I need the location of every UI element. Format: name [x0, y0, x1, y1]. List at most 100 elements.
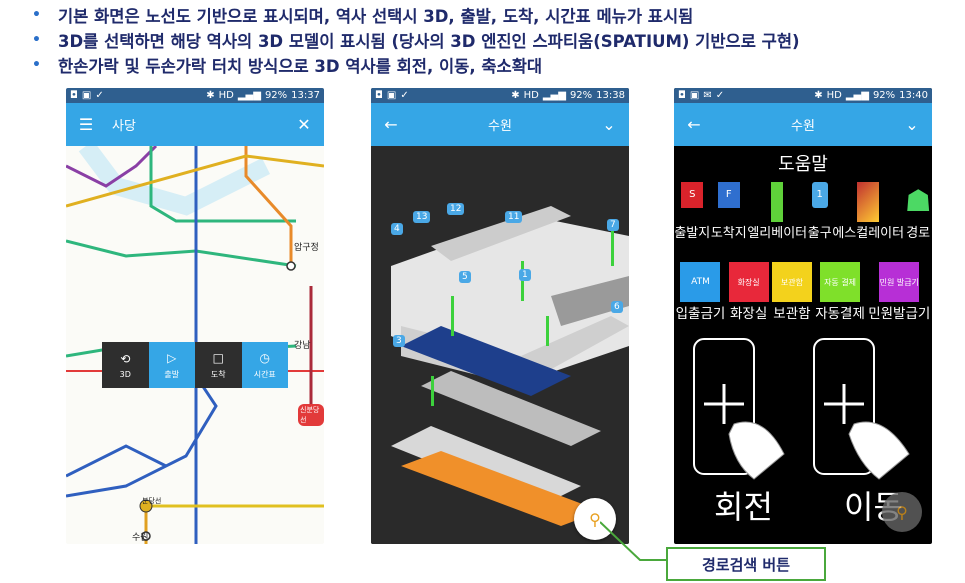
start-flag-icon: S [681, 182, 704, 208]
3d-station-model[interactable]: 4 13 12 11 7 5 1 3 6 [371, 146, 629, 544]
atm-cube-icon: ATM [680, 262, 721, 302]
civil-kiosk-cube-icon: 민원 발급기 [879, 262, 920, 302]
legend-restroom: 화장실 화장실 [728, 262, 769, 322]
payment-cube-icon: 자동 결제 [820, 262, 861, 302]
signal-icon: ▂▄▆ [237, 90, 261, 101]
legend-label: 출구 [807, 226, 832, 241]
clock: 13:38 [596, 90, 625, 101]
station-title: 사당 [112, 119, 136, 134]
3d-model-graphic [371, 146, 629, 544]
legend-label: 입출금기 [675, 306, 726, 322]
restroom-cube-icon: 화장실 [728, 262, 769, 302]
signal-icon: ▂▄▆ [845, 90, 869, 101]
toolbar-arrival-button[interactable]: □ 도착 [195, 342, 242, 388]
play-icon: ▷ [167, 350, 177, 365]
clock-icon: ◷ [259, 350, 270, 365]
route-search-callout: 경로검색 버튼 [666, 547, 826, 581]
toolbar-label: 출발 [164, 369, 180, 379]
hd-badge: HD [218, 90, 234, 101]
bullet-item: • 기본 화면은 노선도 기반으로 표시되며, 역사 선택시 3D, 출발, 도착… [32, 2, 800, 27]
app-icon: ◘ [70, 90, 78, 101]
bullet-dot-icon: • [32, 31, 41, 48]
legend-label: 민원발급기 [868, 306, 931, 322]
map-label-bundang: 분당선 [142, 497, 162, 505]
legend-elevator: 엘리베이터 [747, 182, 807, 241]
marker-13[interactable]: 13 [413, 204, 431, 223]
close-icon[interactable]: ✕ [294, 115, 314, 134]
walking-person-icon: ☗ [904, 184, 932, 219]
legend-civil-kiosk: 민원 발급기 민원발급기 [868, 262, 930, 322]
collapse-chevron-icon[interactable]: ⌄ [599, 115, 619, 134]
escalator-icon [857, 182, 880, 222]
legend-exit: 1 출구 [808, 182, 832, 241]
hd-badge: HD [826, 90, 842, 101]
bullet-list: • 기본 화면은 노선도 기반으로 표시되며, 역사 선택시 3D, 출발, 도착… [32, 2, 800, 77]
legend-label: 에스컬레이터 [832, 226, 905, 241]
help-legend-row-2: ATM 입출금기 화장실 화장실 보관함 보관함 자동 결제 자동결제 민원 발… [674, 262, 932, 322]
battery-level: 92% [264, 90, 288, 101]
bullet-item: • 3D를 선택하면 해당 역사의 3D 모델이 표시됨 (당사의 3D 엔진인 … [32, 27, 800, 52]
bluetooth-icon: ✱ [814, 90, 823, 101]
phone-map-screen: ◘ ▣ ✓ ✱ HD ▂▄▆ 92% 13:37 ☰ 사당 ✕ 압구정 강남 분… [66, 88, 324, 544]
toolbar-timetable-button[interactable]: ◷ 시간표 [241, 342, 288, 388]
legend-start: S 출발지 [674, 182, 710, 241]
bullet-text: 3D를 선택하면 해당 역사의 3D 모델이 표시됨 (당사의 3D 엔진인 스… [58, 31, 800, 51]
marker-7[interactable]: 7 [607, 212, 619, 231]
bullet-item: • 한손가락 및 두손가락 터치 방식으로 3D 역사를 회전, 이동, 축소확대 [32, 52, 800, 77]
toolbar-3d-button[interactable]: ⟲ 3D [102, 342, 149, 388]
clock: 13:37 [291, 90, 320, 101]
app-bar: ← 수원 ⌄ [674, 103, 932, 146]
station-title: 수원 [791, 119, 815, 134]
phone-help-screen: ◘ ▣ ✉ ✓ ✱ HD ▂▄▆ 92% 13:40 ← 수원 ⌄ 도움말 S 출발지 F 도… [674, 88, 932, 544]
back-arrow-icon[interactable]: ← [684, 115, 704, 134]
marker-4[interactable]: 4 [391, 216, 403, 235]
battery-level: 92% [872, 90, 896, 101]
phone-3d-screen: ◘ ▣ ✓ ✱ HD ▂▄▆ 92% 13:38 ← 수원 ⌄ 4 13 12 11 7 5 [371, 88, 629, 544]
toolbar-label: 3D [119, 369, 131, 379]
bullet-text: 한손가락 및 두손가락 터치 방식으로 3D 역사를 회전, 이동, 축소확대 [58, 56, 543, 76]
finish-flag-icon: F [717, 182, 740, 208]
bluetooth-icon: ✱ [206, 90, 215, 101]
battery-level: 92% [569, 90, 593, 101]
app-icon: ◘ [375, 90, 383, 101]
gesture-illustration [693, 338, 910, 480]
marker-12[interactable]: 12 [447, 196, 465, 215]
signal-icon: ▂▄▆ [542, 90, 566, 101]
check-icon: ✓ [95, 90, 104, 101]
notification-icon: ▣ [81, 90, 92, 101]
app-icon: ◘ [678, 90, 686, 101]
marker-11[interactable]: 11 [505, 204, 523, 223]
legend-label: 출발지 [674, 226, 711, 241]
map-label-gangnam: 강남 [294, 341, 311, 351]
locker-cube-icon: 보관함 [771, 262, 812, 302]
legend-destination: F 도착지 [711, 182, 747, 241]
toolbar-departure-button[interactable]: ▷ 출발 [148, 342, 195, 388]
stop-icon: □ [212, 350, 224, 365]
help-title: 도움말 [778, 154, 828, 175]
bluetooth-icon: ✱ [511, 90, 520, 101]
callout-connector [600, 521, 666, 561]
legend-route: ☗ 경로 [905, 182, 932, 241]
subway-map[interactable]: 사당 압구정 강남 교대 분당선 수원 신분당선 ⟲3D ▷출발 □도착 ◷시간… [66, 140, 324, 544]
marker-5[interactable]: 5 [459, 264, 471, 283]
marker-6[interactable]: 6 [611, 294, 623, 313]
toolbar-label: 시간표 [253, 369, 276, 379]
back-arrow-icon[interactable]: ← [381, 115, 401, 134]
collapse-chevron-icon[interactable]: ⌄ [902, 115, 922, 134]
map-pin-icon: ⚲ [896, 502, 908, 522]
help-legend-row-1: S 출발지 F 도착지 엘리베이터 1 출구 에스컬레이터 ☗ 경로 [674, 182, 932, 241]
legend-label: 도착지 [710, 226, 747, 241]
exit-marker-icon: 1 [811, 182, 828, 208]
marker-3[interactable]: 3 [393, 328, 405, 347]
legend-label: 화장실 [729, 306, 768, 322]
route-search-button[interactable]: ⚲ [882, 492, 922, 532]
legend-label: 보관함 [773, 306, 811, 322]
map-label-sinbundang: 신분당선 [298, 404, 324, 426]
map-label-apgujeong: 압구정 [294, 243, 319, 253]
legend-label: 엘리베이터 [747, 226, 808, 241]
status-bar: ◘ ▣ ✓ ✱ HD ▂▄▆ 92% 13:37 [66, 88, 324, 103]
menu-icon[interactable]: ☰ [76, 115, 96, 134]
marker-1[interactable]: 1 [519, 262, 531, 281]
bullet-text: 기본 화면은 노선도 기반으로 표시되며, 역사 선택시 3D, 출발, 도착,… [58, 6, 694, 26]
station-action-toolbar: ⟲ 3D ▷ 출발 □ 도착 ◷ 시간표 [102, 342, 288, 388]
